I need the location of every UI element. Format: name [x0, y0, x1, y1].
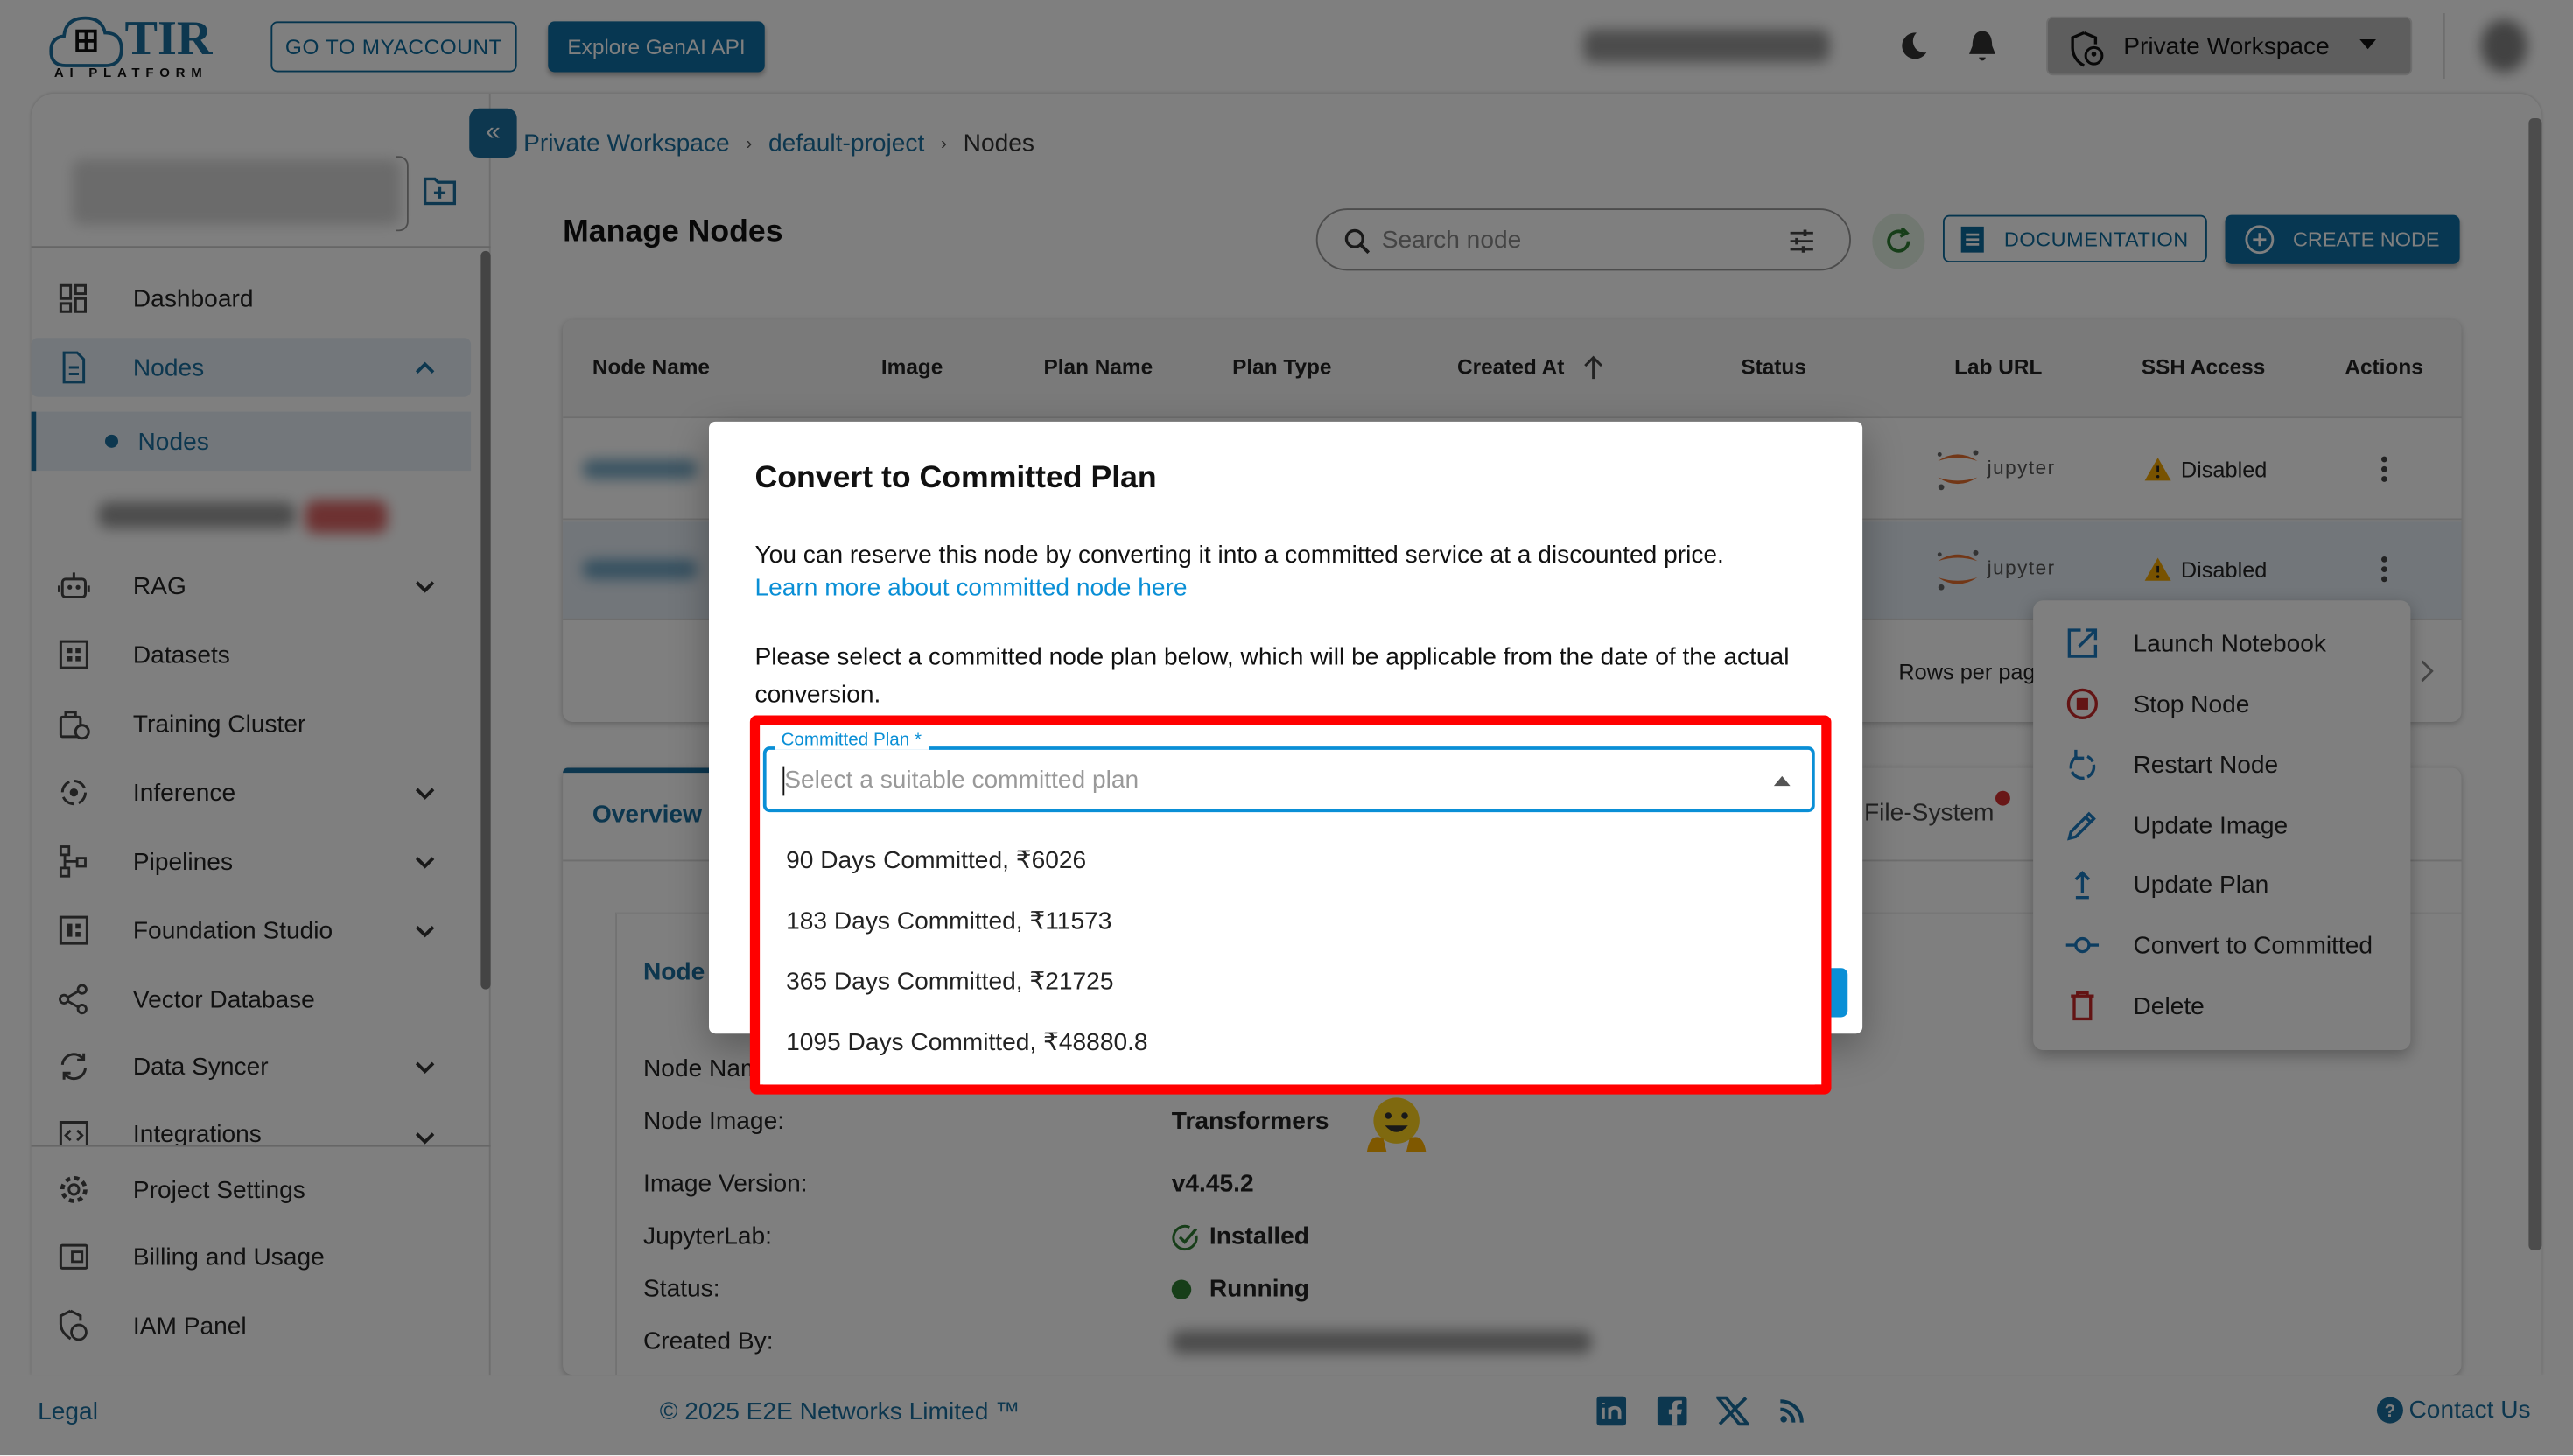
- plan-option-365-days[interactable]: 365 Days Committed, ₹21725: [786, 966, 1113, 996]
- committed-plan-select[interactable]: Select a suitable committed plan: [762, 746, 1815, 813]
- committed-plan-label: Committed Plan *: [775, 730, 929, 750]
- committed-plan-placeholder: Select a suitable committed plan: [784, 766, 1139, 794]
- learn-more-link[interactable]: Learn more about committed node here: [755, 574, 1188, 602]
- plan-option-183-days[interactable]: 183 Days Committed, ₹11573: [786, 906, 1111, 935]
- app-root: TIR AI PLATFORM GO TO MYACCOUNT Explore …: [0, 0, 2573, 1456]
- modal-title: Convert to Committed Plan: [754, 460, 1157, 496]
- modal-description: You can reserve this node by converting …: [754, 541, 1724, 570]
- plan-option-1095-days[interactable]: 1095 Days Committed, ₹48880.8: [786, 1027, 1147, 1057]
- modal-instruction: Please select a committed node plan belo…: [754, 643, 1790, 709]
- plan-option-90-days[interactable]: 90 Days Committed, ₹6026: [786, 845, 1086, 875]
- caret-up-icon[interactable]: [1773, 775, 1791, 787]
